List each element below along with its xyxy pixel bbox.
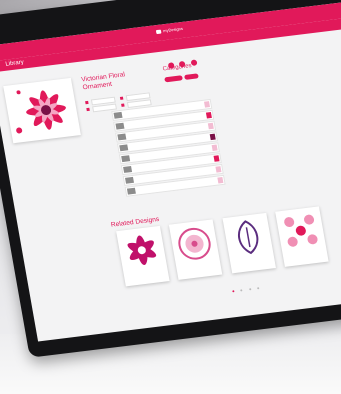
color-swatch [205, 111, 212, 119]
checkbox[interactable] [125, 176, 134, 184]
file-list [111, 98, 226, 198]
related-designs [116, 203, 341, 287]
floral-ornament-icon [16, 90, 66, 134]
ornament-icon [237, 220, 259, 255]
color-swatch [211, 144, 218, 151]
checkbox[interactable] [123, 166, 133, 173]
logo-icon [155, 29, 162, 35]
color-swatch [215, 166, 222, 173]
brand-name: myDesigns [162, 25, 184, 34]
checkbox[interactable] [117, 133, 127, 141]
related-card[interactable] [275, 206, 329, 267]
pattern-icon [284, 214, 318, 247]
pager-dot[interactable] [257, 287, 260, 290]
category-pill[interactable] [164, 75, 183, 83]
flower-icon [127, 235, 157, 266]
calendar-icon [86, 107, 90, 111]
color-swatch [203, 101, 211, 108]
checkbox[interactable] [126, 187, 136, 195]
hash-icon [85, 100, 89, 104]
pager-dot[interactable] [232, 290, 235, 293]
checkbox[interactable] [113, 111, 123, 119]
checkbox[interactable] [119, 144, 129, 152]
pager-dot[interactable] [240, 289, 243, 292]
design-preview[interactable] [3, 77, 81, 144]
checkbox[interactable] [115, 122, 125, 130]
color-swatch [217, 176, 224, 184]
laptop-screen: myDesigns Library Victorian Floral Ornam… [0, 2, 341, 342]
category-pill[interactable] [184, 73, 199, 80]
mandala-icon [178, 227, 212, 260]
tab-library[interactable]: Library [5, 60, 24, 68]
clock-icon [119, 96, 124, 100]
related-card[interactable] [169, 219, 223, 280]
carousel-pager [230, 276, 262, 297]
brand[interactable]: myDesigns [155, 25, 184, 35]
color-swatch [209, 133, 216, 141]
design-title: Victorian Floral Ornament [80, 71, 126, 92]
pager-dot[interactable] [248, 288, 252, 291]
related-card[interactable] [116, 225, 170, 287]
related-card[interactable] [222, 212, 276, 274]
checkbox[interactable] [121, 155, 131, 163]
color-swatch [213, 155, 220, 162]
color-swatch [207, 122, 214, 130]
ruler-icon [120, 103, 125, 107]
